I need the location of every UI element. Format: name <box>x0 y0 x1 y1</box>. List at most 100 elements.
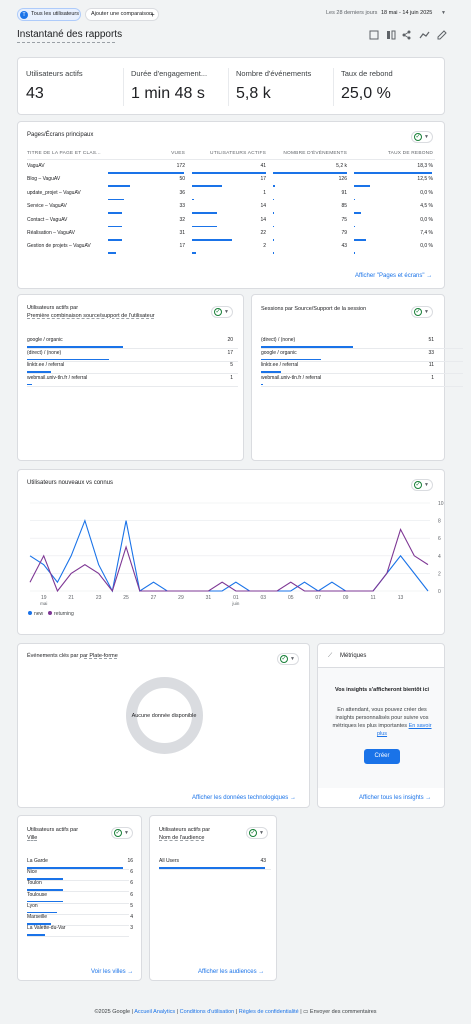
value-bar <box>354 185 371 187</box>
kpi-label: Nombre d'événements <box>236 69 312 78</box>
compare-toggle[interactable]: ✓ ▼ <box>411 131 433 143</box>
list-item-value: 3 <box>130 925 133 932</box>
copyright: ©2025 Google <box>94 1009 131 1015</box>
value-bar <box>108 212 123 214</box>
save-icon[interactable] <box>369 30 379 40</box>
kpi-value: 1 min 48 s <box>131 85 205 102</box>
card-title-label: Événements clés <box>27 653 69 659</box>
view-insights-label: Afficher tous les insights <box>359 795 424 801</box>
card-title: Sessions par Source/Support de la sessio… <box>261 306 367 312</box>
page-title-cell: VaguAV <box>27 163 45 169</box>
add-comparison-button[interactable]: Ajouter une comparaison + <box>85 8 159 21</box>
table-cell: 172 <box>176 163 185 169</box>
kpi-label: Utilisateurs actifs <box>26 69 83 78</box>
series-line-returning <box>29 527 429 593</box>
list-item-value: 43 <box>260 858 266 864</box>
share-icon[interactable] <box>402 30 411 40</box>
footer-link-terms[interactable]: Conditions d'utilisation <box>180 1009 235 1015</box>
column-header: NOMBRE D'ÉVÉNEMENTS <box>283 151 347 156</box>
feedback-icon: ▭ <box>303 1009 309 1015</box>
chevron-down-icon: ▼ <box>124 830 129 836</box>
view-cities-link[interactable]: Voir les villes → <box>91 969 133 975</box>
view-tech-link[interactable]: Afficher les données technologiques → <box>192 795 296 801</box>
legend-swatch <box>28 611 32 615</box>
table-cell: 41 <box>260 163 266 169</box>
x-tick-label: 29 <box>178 595 184 601</box>
chevron-down-icon[interactable]: ▼ <box>441 11 446 16</box>
card-title: Utilisateurs actifs par <box>27 827 78 834</box>
filter-chip[interactable]: T Tous les utilisateurs <box>17 8 81 21</box>
list-item-label: webmail.univ-tln.fr / referral <box>27 374 88 381</box>
feedback-link[interactable]: Envoyer des commentaires <box>310 1009 377 1015</box>
compare-toggle[interactable]: ✓ ▼ <box>111 827 133 839</box>
x-tick-label: 25 <box>123 595 129 601</box>
kpi-divider <box>333 68 334 106</box>
insights-header: ⟋ Métriques <box>318 644 444 668</box>
footer-link-privacy[interactable]: Règles de confidentialité <box>239 1009 299 1015</box>
value-bar <box>192 185 223 187</box>
column-header: TAUX DE REBOND <box>387 151 433 156</box>
insights-icon[interactable] <box>419 31 430 39</box>
list-item-value: 5 <box>130 902 133 909</box>
edit-icon[interactable] <box>437 30 447 40</box>
audience-card: Utilisateurs actifs par Nom de l'audienc… <box>149 815 277 981</box>
list-item-label: Toulon <box>27 880 42 887</box>
value-bar <box>354 252 355 254</box>
table-cell: 0,0 % <box>420 189 433 196</box>
insights-header-label: Métriques <box>340 653 367 659</box>
table-cell: 4,5 % <box>420 203 433 210</box>
list-item-value: 6 <box>130 891 133 898</box>
list-item-value: 1 <box>230 374 233 381</box>
card-title: Utilisateurs actifs par <box>159 827 210 834</box>
y-tick-label: 4 <box>438 554 441 560</box>
view-audiences-link[interactable]: Afficher les audiences → <box>198 969 264 975</box>
x-tick-label: 07 <box>315 595 321 601</box>
list-item-label: linktr.ee / referral <box>27 362 65 368</box>
chevron-down-icon: ▼ <box>424 309 429 315</box>
table-cell: 75 <box>341 216 347 223</box>
compare-toggle[interactable]: ✓ ▼ <box>246 827 268 839</box>
page-title-cell: Service – VaguAV <box>27 203 67 210</box>
y-tick-label: 0 <box>438 589 441 595</box>
create-button[interactable]: Créer <box>364 749 400 764</box>
table-cell: 2 <box>263 243 266 250</box>
date-label: Les 28 derniers jours <box>326 10 378 16</box>
value-bar <box>273 198 275 201</box>
list-item-label: linktr.ee / referral <box>261 362 299 368</box>
x-tick-sublabel: juin <box>231 601 240 606</box>
add-comparison-label: Ajouter une comparaison <box>91 11 153 17</box>
cities-card: Utilisateurs actifs par Ville ✓ ▼ La Gard… <box>17 815 142 981</box>
y-tick-label: 10 <box>438 501 444 507</box>
insights-text: En attendant, vous pouvez créer des insi… <box>328 706 436 738</box>
date-range[interactable]: 18 mai - 14 juin 2025 <box>381 10 432 17</box>
row-divider <box>27 880 129 882</box>
value-bar <box>192 198 194 201</box>
chevron-down-icon: ▼ <box>424 482 429 488</box>
value-bar <box>273 225 275 228</box>
footer: ©2025 Google | Accueil Analytics | Condi… <box>94 1009 377 1015</box>
list-item-value: 1 <box>431 374 434 381</box>
row-divider <box>27 936 129 938</box>
plus-icon: + <box>150 10 155 19</box>
kpi-value: 43 <box>26 85 44 102</box>
kpi-label: Durée d'engagement... <box>131 69 208 78</box>
list-item-value: 11 <box>428 362 434 368</box>
compare-toggle[interactable]: ✓ ▼ <box>411 306 433 318</box>
compare-toggle[interactable]: ✓ ▼ <box>277 653 299 665</box>
column-header: TITRE DE LA PAGE ET CLAS... <box>27 151 101 156</box>
value-bar <box>108 198 124 201</box>
footer-link-analytics[interactable]: Accueil Analytics <box>134 1009 175 1015</box>
value-bar <box>354 172 432 174</box>
check-icon: ✓ <box>114 829 122 837</box>
compare-toggle[interactable]: ✓ ▼ <box>211 306 233 318</box>
view-insights-link[interactable]: Afficher tous les insights → <box>359 795 431 801</box>
legend-label: returning <box>54 611 74 617</box>
row-divider <box>27 348 239 349</box>
compare-icon[interactable] <box>387 30 396 40</box>
y-tick-label: 8 <box>438 519 441 525</box>
compare-toggle[interactable]: ✓ ▼ <box>411 479 433 491</box>
page-title-cell: Contact – VaguAV <box>27 216 68 223</box>
view-pages-link[interactable]: Afficher "Pages et écrans" → <box>355 273 432 279</box>
page-title-cell: update_projet – VaguAV <box>27 189 81 196</box>
row-divider <box>27 385 239 387</box>
